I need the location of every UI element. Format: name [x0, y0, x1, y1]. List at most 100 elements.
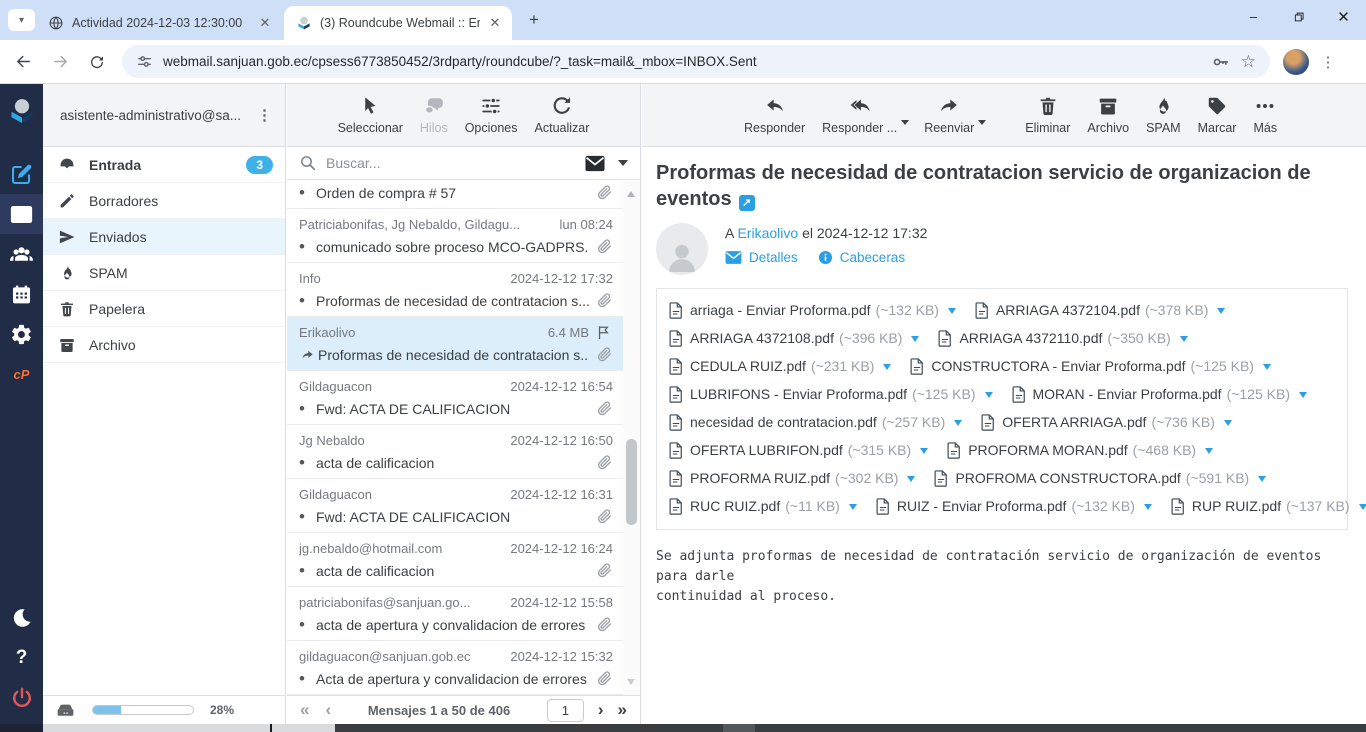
mail-tag-button[interactable]: Marcar — [1198, 95, 1237, 146]
attachment-menu-caret-icon[interactable] — [1144, 504, 1152, 514]
rail-contacts-button[interactable] — [0, 234, 43, 274]
mail-trash-button[interactable]: Eliminar — [1025, 95, 1070, 146]
attachment-item[interactable]: PROFROMA CONSTRUCTORA.pdf(~591 KB) — [934, 464, 1266, 492]
address-bar[interactable]: webmail.sanjuan.gob.ec/cpsess6773850452/… — [122, 45, 1270, 78]
mail-replyall-button[interactable]: Responder ... — [822, 95, 897, 146]
rail-darkmode-button[interactable] — [0, 598, 43, 638]
recipient-link[interactable]: Erikaolivo — [737, 225, 798, 241]
page-number-input[interactable] — [547, 699, 584, 722]
attachment-item[interactable]: PROFORMA RUIZ.pdf(~302 KB) — [669, 464, 915, 492]
sidebar-folder-enviados[interactable]: Enviados — [43, 219, 285, 255]
last-page-button[interactable]: » — [618, 697, 627, 723]
attachment-menu-caret-icon[interactable] — [1205, 448, 1213, 458]
attachment-menu-caret-icon[interactable] — [1224, 420, 1232, 430]
list-refresh-button[interactable]: Actualizar — [535, 95, 590, 146]
attachment-item[interactable]: PROFORMA MORAN.pdf(~468 KB) — [947, 436, 1213, 464]
search-options-caret-icon[interactable] — [618, 160, 628, 171]
attachment-item[interactable]: RUP RUIZ.pdf(~137 KB) — [1171, 492, 1366, 520]
browser-reload-button[interactable] — [83, 48, 111, 76]
attachment-item[interactable]: RUC RUIZ.pdf(~11 KB) — [669, 492, 857, 520]
attachment-item[interactable]: ARRIAGA 4372108.pdf(~396 KB) — [669, 324, 919, 352]
scroll-up-icon[interactable] — [627, 187, 635, 197]
rail-cpanel-button[interactable]: cP — [0, 354, 43, 394]
attachment-item[interactable]: arriaga - Enviar Proforma.pdf(~132 KB) — [669, 296, 956, 324]
attachment-menu-caret-icon[interactable] — [948, 308, 956, 318]
attachment-item[interactable]: RUIZ - Enviar Proforma.pdf(~132 KB) — [876, 492, 1152, 520]
account-menu-icon[interactable]: ⋮ — [250, 106, 279, 124]
browser-menu-icon[interactable]: ⋮ — [1318, 53, 1338, 71]
tab-close-icon[interactable]: ✕ — [256, 14, 274, 32]
attachment-item[interactable]: CONSTRUCTORA - Enviar Proforma.pdf(~125 … — [910, 352, 1271, 380]
rail-settings-button[interactable] — [0, 314, 43, 354]
rail-calendar-button[interactable] — [0, 274, 43, 314]
dropdown-caret-icon[interactable] — [901, 120, 909, 129]
attachment-item[interactable]: OFERTA ARRIAGA.pdf(~736 KB) — [981, 408, 1232, 436]
details-link[interactable]: Detalles — [725, 250, 798, 265]
attachment-menu-caret-icon[interactable] — [1258, 476, 1266, 486]
attachment-item[interactable]: MORAN - Enviar Proforma.pdf(~125 KB) — [1012, 380, 1308, 408]
attachment-item[interactable]: ARRIAGA 4372104.pdf(~378 KB) — [975, 296, 1225, 324]
open-in-new-window-icon[interactable]: ↗ — [739, 195, 755, 211]
window-restore-button[interactable] — [1276, 0, 1321, 33]
browser-back-button[interactable] — [9, 48, 37, 76]
mail-more-button[interactable]: Más — [1253, 95, 1277, 146]
message-row[interactable]: Jg Nebaldo2024-12-12 16:50•acta de calif… — [287, 425, 623, 479]
tab-close-icon[interactable]: ✕ — [486, 14, 504, 32]
dropdown-caret-icon[interactable] — [978, 120, 986, 129]
mail-archive-button[interactable]: Archivo — [1087, 95, 1129, 146]
mail-flame-button[interactable]: SPAM — [1146, 95, 1181, 146]
headers-link[interactable]: Cabeceras — [818, 250, 905, 265]
attachment-menu-caret-icon[interactable] — [849, 504, 857, 514]
message-row[interactable]: gildaguacon@sanjuan.gob.ec2024-12-12 15:… — [287, 641, 623, 695]
attachment-menu-caret-icon[interactable] — [1299, 392, 1307, 402]
attachment-item[interactable]: necesidad de contratacion.pdf(~257 KB) — [669, 408, 962, 436]
attachment-menu-caret-icon[interactable] — [985, 392, 993, 402]
attachment-menu-caret-icon[interactable] — [907, 476, 915, 486]
url-text[interactable]: webmail.sanjuan.gob.ec/cpsess6773850452/… — [163, 54, 1201, 69]
message-row[interactable]: •Orden de compra # 57 — [287, 181, 623, 209]
scroll-down-icon[interactable] — [627, 679, 635, 689]
message-row[interactable]: Patriciabonifas, Jg Nebaldo, Gildagu...l… — [287, 209, 623, 263]
attachment-menu-caret-icon[interactable] — [1263, 364, 1271, 374]
message-row[interactable]: jg.nebaldo@hotmail.com2024-12-12 16:24•a… — [287, 533, 623, 587]
attachment-menu-caret-icon[interactable] — [1359, 504, 1366, 514]
attachment-menu-caret-icon[interactable] — [920, 448, 928, 458]
rail-compose-button[interactable] — [0, 154, 43, 194]
window-close-button[interactable]: ✕ — [1321, 0, 1366, 33]
sidebar-folder-spam[interactable]: SPAM — [43, 255, 285, 291]
message-row[interactable]: Gildaguacon2024-12-12 16:54•Fwd: ACTA DE… — [287, 371, 623, 425]
window-minimize-button[interactable]: – — [1231, 0, 1276, 33]
mail-forward-button[interactable]: Reenviar — [924, 95, 974, 146]
list-cursor-button[interactable]: Seleccionar — [338, 95, 403, 146]
attachment-menu-caret-icon[interactable] — [954, 420, 962, 430]
new-tab-button[interactable]: + — [522, 9, 546, 33]
browser-tab-1[interactable]: Actividad 2024-12-03 12:30:00 ✕ — [36, 6, 282, 40]
sidebar-folder-papelera[interactable]: Papelera — [43, 291, 285, 327]
rail-help-button[interactable]: ? — [0, 638, 43, 678]
attachment-item[interactable]: ARRIAGA 4372110.pdf(~350 KB) — [938, 324, 1187, 352]
rail-mail-button[interactable] — [0, 194, 43, 234]
attachment-item[interactable]: CEDULA RUIZ.pdf(~231 KB) — [669, 352, 891, 380]
attachment-menu-caret-icon[interactable] — [911, 336, 919, 346]
browser-forward-button[interactable] — [46, 48, 74, 76]
sidebar-folder-archivo[interactable]: Archivo — [43, 327, 285, 363]
bookmark-star-icon[interactable]: ☆ — [1241, 53, 1256, 70]
attachment-item[interactable]: OFERTA LUBRIFON.pdf(~315 KB) — [669, 436, 928, 464]
message-row[interactable]: Info2024-12-12 17:32•Proformas de necesi… — [287, 263, 623, 317]
message-row[interactable]: Gildaguacon2024-12-12 16:31•Fwd: ACTA DE… — [287, 479, 623, 533]
tab-search-button[interactable]: ▾ — [8, 9, 35, 31]
mail-reply-button[interactable]: Responder — [744, 95, 805, 146]
attachment-menu-caret-icon[interactable] — [1217, 308, 1225, 318]
browser-tab-2-active[interactable]: (3) Roundcube Webmail :: Envia ✕ — [284, 6, 512, 40]
attachment-item[interactable]: LUBRIFONS - Enviar Proforma.pdf(~125 KB) — [669, 380, 993, 408]
search-scope-envelope-icon[interactable] — [584, 155, 606, 172]
sidebar-folder-entrada[interactable]: Entrada3 — [43, 147, 285, 183]
site-settings-icon[interactable] — [136, 53, 153, 70]
message-row[interactable]: patriciabonifas@sanjuan.go...2024-12-12 … — [287, 587, 623, 641]
attachment-menu-caret-icon[interactable] — [883, 364, 891, 374]
rail-logout-button[interactable] — [0, 678, 43, 718]
search-input[interactable] — [326, 155, 584, 171]
list-options-button[interactable]: Opciones — [465, 95, 518, 146]
password-key-icon[interactable] — [1211, 52, 1231, 72]
attachment-menu-caret-icon[interactable] — [1180, 336, 1188, 346]
